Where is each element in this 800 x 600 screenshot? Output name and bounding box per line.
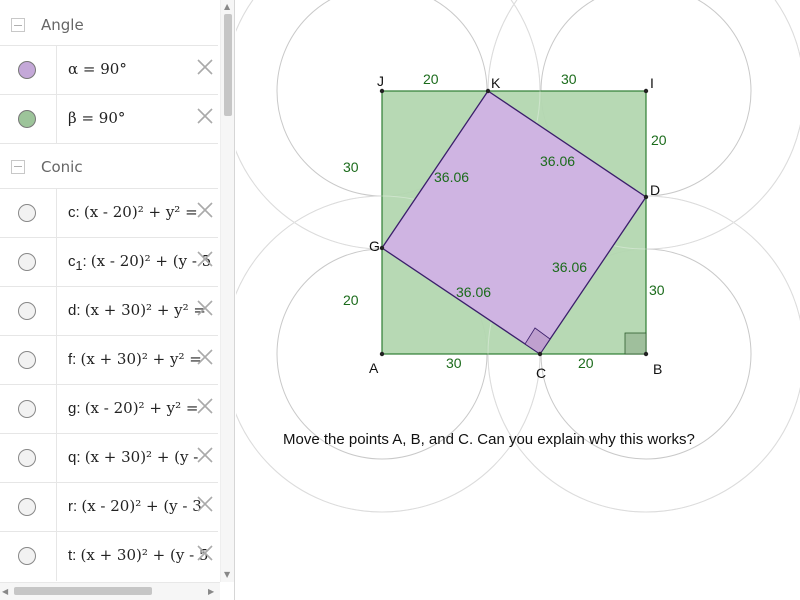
label-point-G: G <box>369 238 380 254</box>
geometry-canvas[interactable]: A B C D G I J K 20 30 20 30 20 30 20 30 … <box>0 0 800 600</box>
side-label-DC: 36.06 <box>552 259 587 275</box>
label-point-B: B <box>653 361 662 377</box>
right-angle-marker-beta <box>624 332 647 355</box>
label-point-C: C <box>536 365 546 381</box>
point-B[interactable] <box>643 351 649 357</box>
side-label-KD: 36.06 <box>540 153 575 169</box>
point-I[interactable] <box>643 88 649 94</box>
point-A[interactable] <box>379 351 385 357</box>
side-label-KI: 30 <box>561 71 577 87</box>
side-label-JK: 20 <box>423 71 439 87</box>
side-label-GC: 36.06 <box>456 284 491 300</box>
point-G[interactable] <box>379 245 385 251</box>
side-label-GK: 36.06 <box>434 169 469 185</box>
label-point-K: K <box>491 75 501 91</box>
side-label-GJ: 30 <box>343 159 359 175</box>
side-label-CA: 30 <box>446 355 462 371</box>
point-C[interactable] <box>537 351 543 357</box>
side-label-DB: 30 <box>649 282 665 298</box>
point-K[interactable] <box>485 88 491 94</box>
label-point-A: A <box>369 360 379 376</box>
label-point-D: D <box>650 182 660 198</box>
side-label-AG: 20 <box>343 292 359 308</box>
graphics-view[interactable]: A B C D G I J K 20 30 20 30 20 30 20 30 … <box>236 0 800 600</box>
side-label-ID: 20 <box>651 132 667 148</box>
label-point-J: J <box>377 73 384 89</box>
side-label-BC: 20 <box>578 355 594 371</box>
label-point-I: I <box>650 75 654 91</box>
instruction-text: Move the points A, B, and C. Can you exp… <box>283 431 695 448</box>
point-J[interactable] <box>379 88 385 94</box>
point-D[interactable] <box>643 194 649 200</box>
